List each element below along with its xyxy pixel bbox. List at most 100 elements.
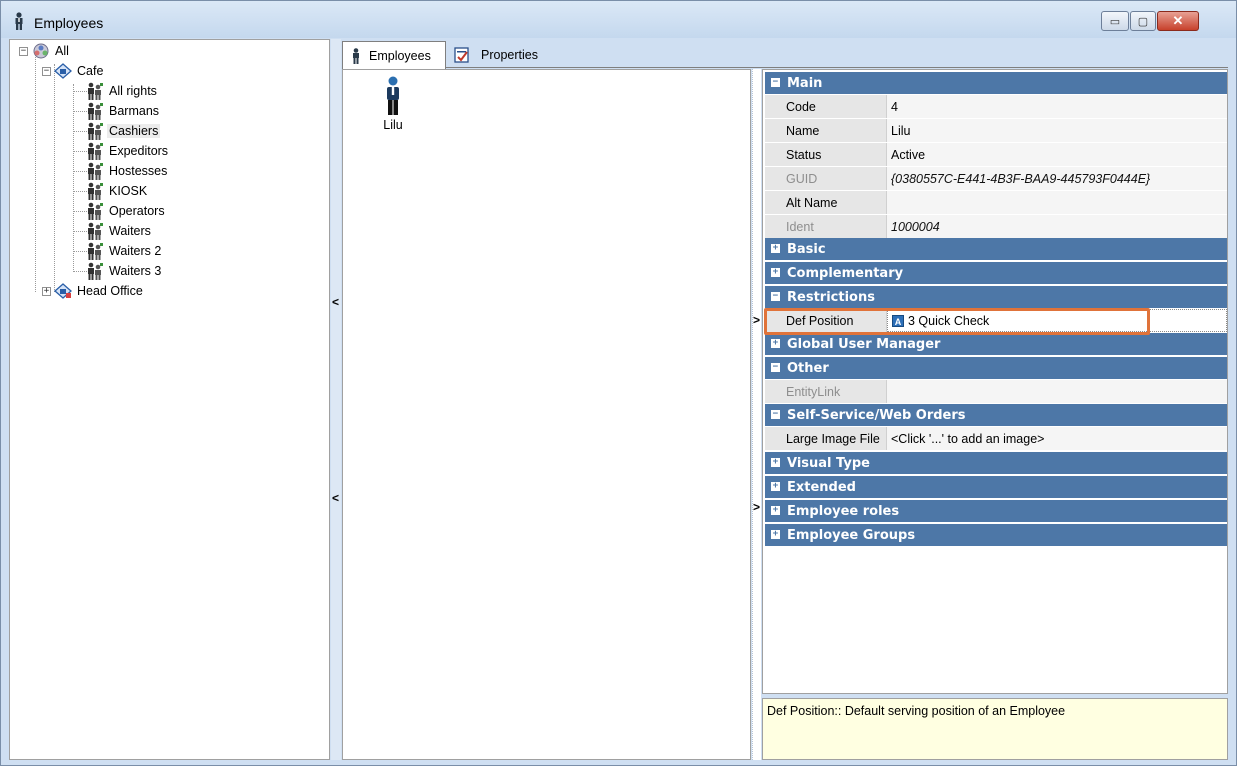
category-global-user-manager[interactable]: + Global User Manager [765,333,1227,355]
tree-line [73,131,87,132]
property-row-name[interactable]: Name Lilu [765,119,1227,142]
tree-node-cafe[interactable]: − Cafe [42,62,105,80]
tree-node-all[interactable]: − All [19,42,71,60]
category-main[interactable]: − Main [765,72,1227,94]
tree-node-label: Waiters 3 [109,264,162,278]
property-row-large-image[interactable]: Large Image File <Click '...' to add an … [765,427,1227,450]
collapse-icon[interactable]: − [19,46,28,56]
minimize-button[interactable]: ▭ [1101,11,1129,31]
collapse-icon[interactable]: − [771,410,780,419]
tab-label: Employees [369,48,431,63]
tree-node-label: Head Office [77,284,143,298]
tree-line [73,251,87,252]
tree-node-group[interactable]: All rights [86,82,159,100]
tree-line [73,151,87,152]
tree-node-group[interactable]: Operators [86,202,167,220]
close-button[interactable]: ✕ [1157,11,1199,31]
tree-node-label: Expeditors [109,144,169,158]
collapse-icon[interactable]: − [771,292,780,301]
collapse-icon[interactable]: − [771,78,780,87]
tree-line [73,191,87,192]
employee-icon [15,12,23,30]
property-description: Def Position:: Default serving position … [762,698,1228,760]
employee-group-icon [88,202,103,220]
expand-icon[interactable]: + [771,530,780,539]
property-grid[interactable]: − Main Code 4 Name Lilu Status Active GU… [762,69,1228,694]
category-employee-roles[interactable]: + Employee roles [765,500,1227,522]
employee-group-icon [88,262,103,280]
restaurant-icon [54,63,72,79]
tree-line [73,211,87,212]
tree-node-head-office[interactable]: + Head Office [42,282,145,300]
tab-label: Properties [481,47,538,62]
tree-node-group[interactable]: Expeditors [86,142,170,160]
properties-icon [454,46,469,63]
title-bar: Employees ▭ ▢ ✕ [1,1,1236,38]
expand-right-icon[interactable]: > [753,313,760,327]
expand-icon[interactable]: + [771,482,780,491]
maximize-button[interactable]: ▢ [1130,11,1156,31]
employee-list[interactable]: Lilu [342,69,751,760]
right-splitter[interactable]: > > [752,69,761,760]
tree-node-group[interactable]: Barmans [86,102,161,120]
tab-employees[interactable]: Employees [342,41,446,69]
category-other[interactable]: − Other [765,357,1227,379]
tree-line [73,84,74,272]
tree-node-group[interactable]: Waiters 2 [86,242,163,260]
employee-group-icon [88,182,103,200]
tree-node-label: KIOSK [109,184,148,198]
expand-right-icon[interactable]: > [753,500,760,514]
collapse-icon[interactable]: − [771,363,780,372]
tree-line [73,111,87,112]
expand-icon[interactable]: + [771,268,780,277]
property-row-code[interactable]: Code 4 [765,95,1227,118]
employee-group-icon [88,222,103,240]
tree-node-group[interactable]: Waiters 3 [86,262,163,280]
tree-line [73,271,87,272]
tree-node-label: Barmans [109,104,160,118]
tree-node-label: Operators [109,204,165,218]
expand-icon[interactable]: + [771,506,780,515]
expand-icon[interactable]: + [771,244,780,253]
tree-node-group[interactable]: Cashiers [86,122,161,140]
tree-line [73,231,87,232]
tree-node-group[interactable]: Hostesses [86,162,169,180]
tree-node-label: Waiters [109,224,151,238]
tree-node-label: Hostesses [109,164,168,178]
property-row-def-position[interactable]: Def Position A 3 Quick Check [765,309,1227,332]
collapse-left-icon[interactable]: < [332,295,339,309]
category-employee-groups[interactable]: + Employee Groups [765,524,1227,546]
employee-group-icon [88,162,103,180]
tree-line [54,64,55,292]
person-icon [387,76,399,115]
category-self-service[interactable]: − Self-Service/Web Orders [765,404,1227,426]
employee-group-icon [88,122,103,140]
employee-item[interactable]: Lilu [373,76,413,132]
category-complementary[interactable]: + Complementary [765,262,1227,284]
left-splitter[interactable]: < < [331,39,341,760]
expand-icon[interactable]: + [771,339,780,348]
property-row-status[interactable]: Status Active [765,143,1227,166]
tree-node-group[interactable]: Waiters [86,222,153,240]
def-position-value[interactable]: A 3 Quick Check [887,309,1227,332]
restaurant-icon [54,283,72,299]
employees-window: Employees ▭ ▢ ✕ − All − Cafe All rights … [0,0,1237,766]
tab-properties[interactable]: Properties [452,41,552,68]
collapse-left-icon[interactable]: < [332,491,339,505]
tree-node-label: Waiters 2 [109,244,162,258]
tree-line [73,91,87,92]
expand-icon[interactable]: + [771,458,780,467]
category-visual-type[interactable]: + Visual Type [765,452,1227,474]
group-tree[interactable]: − All − Cafe All rights Barmans Cashiers Ex… [9,39,330,760]
expand-icon[interactable]: + [42,286,51,296]
category-basic[interactable]: + Basic [765,238,1227,260]
network-icon [33,43,49,59]
employee-name: Lilu [383,118,403,132]
category-restrictions[interactable]: − Restrictions [765,286,1227,308]
tree-node-label: Cafe [77,64,104,78]
tree-node-label: All [55,44,69,58]
collapse-icon[interactable]: − [42,66,51,76]
category-extended[interactable]: + Extended [765,476,1227,498]
tree-node-group[interactable]: KIOSK [86,182,149,200]
property-row-alt-name[interactable]: Alt Name [765,191,1227,214]
